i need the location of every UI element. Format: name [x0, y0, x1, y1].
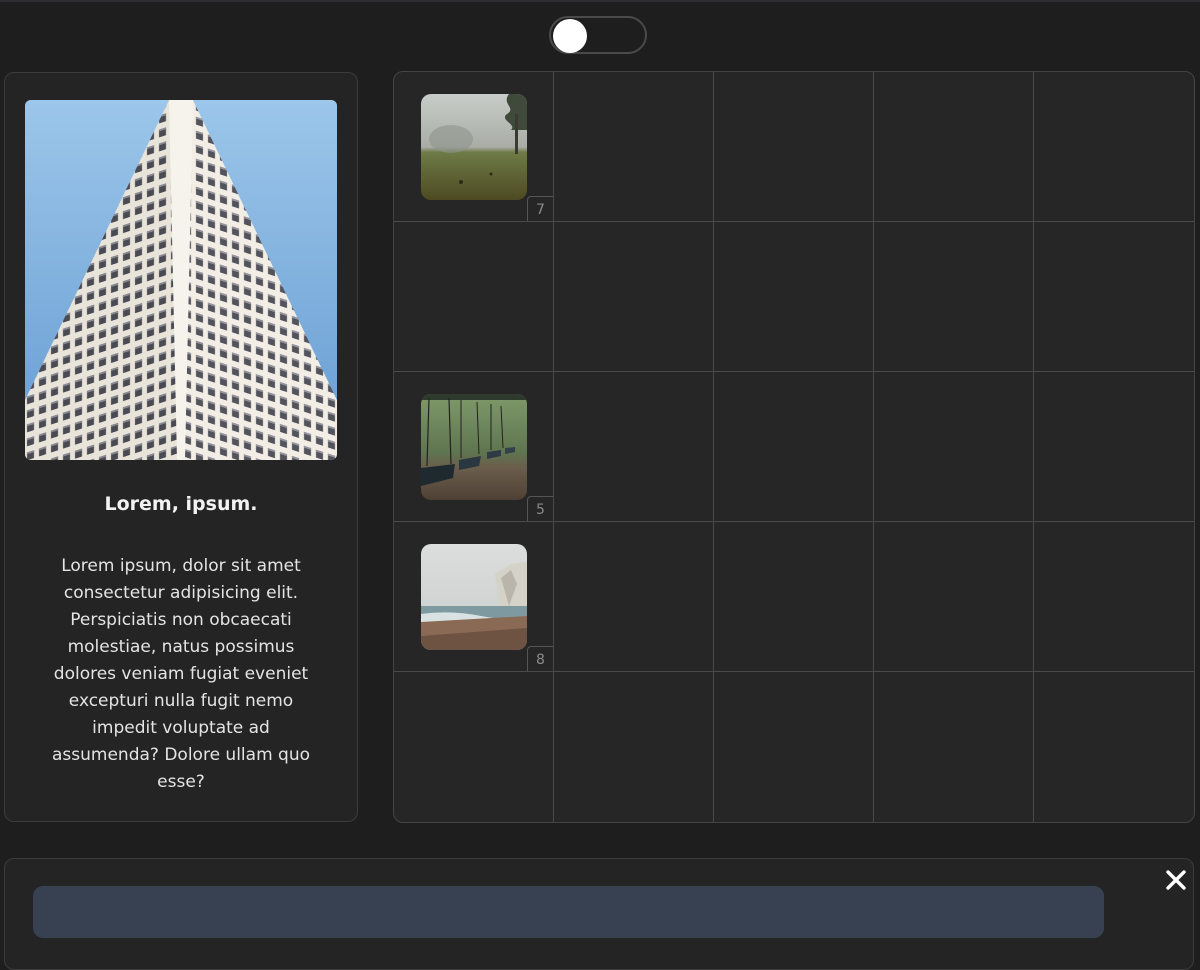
item-count-badge: 5 — [527, 496, 553, 521]
grid-thumbnail-swings[interactable] — [421, 394, 527, 500]
theme-toggle[interactable] — [549, 16, 647, 54]
window-top-border — [0, 0, 1200, 2]
grid-line — [394, 221, 1194, 222]
grid-line — [873, 72, 874, 822]
grid-line — [394, 371, 1194, 372]
item-count-badge: 7 — [527, 196, 553, 221]
grid-line — [553, 72, 554, 822]
card-description: Lorem ipsum, dolor sit amet consectetur … — [52, 556, 310, 792]
grid-line — [394, 671, 1194, 672]
grid-thumbnail-foggy-meadow[interactable] — [421, 94, 527, 200]
item-count-badge: 8 — [527, 646, 553, 671]
bottom-panel — [4, 858, 1194, 970]
grid-line — [1033, 72, 1034, 822]
grid-line — [394, 521, 1194, 522]
close-button[interactable] — [1163, 867, 1189, 893]
building-image — [25, 100, 337, 460]
card-title: Lorem, ipsum. — [104, 493, 258, 515]
bottom-input-field[interactable] — [33, 886, 1104, 938]
image-grid: 7 5 8 — [393, 71, 1195, 823]
toggle-knob[interactable] — [553, 19, 587, 53]
close-icon[interactable] — [1163, 867, 1189, 893]
grid-line — [713, 72, 714, 822]
info-card: Lorem, ipsum. Lorem ipsum, dolor sit ame… — [4, 72, 358, 822]
grid-thumbnail-foggy-beach[interactable] — [421, 544, 527, 650]
